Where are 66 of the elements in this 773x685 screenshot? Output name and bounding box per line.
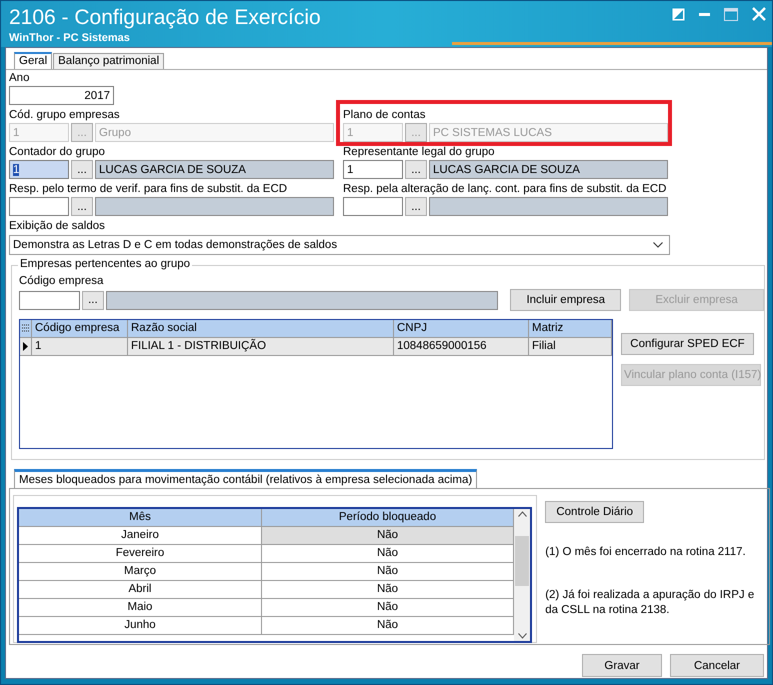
lookup-button[interactable]: ... <box>71 160 93 179</box>
field-label: Contador do grupo <box>9 145 106 160</box>
table-cell[interactable]: Não <box>262 545 514 563</box>
row-pointer-icon <box>23 342 28 351</box>
table-cell[interactable]: Não <box>262 527 514 545</box>
restore-icon[interactable] <box>672 8 685 20</box>
column-header[interactable]: Mês <box>19 509 262 527</box>
tab[interactable]: Meses bloqueados para movimentação contábil (relativos à empresa selecionada acima) <box>14 469 478 488</box>
field-label: Resp. pelo termo de verif. para fins de substit. da ECD <box>9 182 288 197</box>
table-cell: Fevereiro <box>19 545 262 563</box>
code-field[interactable] <box>19 290 80 310</box>
field-label: Código empresa <box>19 274 104 289</box>
code-field[interactable] <box>9 197 69 216</box>
lookup-button[interactable]: ... <box>82 290 104 310</box>
field-label: Representante legal do grupo <box>343 145 496 160</box>
action-button[interactable]: Configurar SPED ECF <box>621 333 754 355</box>
description-field: PC SISTEMAS LUCAS <box>429 123 668 142</box>
chevron-down-icon <box>653 242 663 248</box>
code-field[interactable]: 1 <box>9 160 69 179</box>
table-cell: Março <box>19 563 262 581</box>
code-field[interactable]: 1 <box>343 160 403 179</box>
window-title: 2106 - Configuração de Exercício <box>9 5 321 31</box>
table-cell[interactable]: Não <box>262 563 514 581</box>
balance-display-dropdown[interactable]: Demonstra as Letras D e C em todas demonstrações de saldos <box>9 235 670 255</box>
window-subtitle: WinThor - PC Sistemas <box>9 31 131 45</box>
tab[interactable]: Geral <box>14 52 52 69</box>
table-cell[interactable]: Não <box>262 599 514 617</box>
note-text: (1) O mês foi encerrado na rotina 2117. <box>545 545 747 560</box>
group-title: Empresas pertencentes ao grupo <box>18 258 192 270</box>
year-field[interactable]: 2017 <box>9 86 114 105</box>
column-chooser-icon[interactable] <box>22 324 29 333</box>
table-cell: Filial <box>529 338 612 356</box>
field-label: Resp. pela alteração de lanç. cont. para fins de substit. da ECD <box>343 182 668 197</box>
action-button[interactable]: Cancelar <box>670 654 764 677</box>
table-row[interactable]: 1 FILIAL 1 - DISTRIBUIÇÃO 10848659000156 Filial <box>20 338 612 356</box>
minimize-icon[interactable] <box>699 12 710 16</box>
code-field[interactable] <box>343 197 403 216</box>
tab[interactable]: Balanço patrimonial <box>53 53 164 69</box>
field-label: Cód. grupo empresas <box>9 108 121 123</box>
description-field: LUCAS GARCIA DE SOUZA <box>95 160 334 179</box>
scroll-down-icon[interactable] <box>518 633 526 639</box>
table-cell: FILIAL 1 - DISTRIBUIÇÃO <box>128 338 394 356</box>
note-text: (2) Já foi realizada a apuração do IRPJ e da CSLL na rotina 2138. <box>545 588 756 618</box>
field-label: Exibição de saldos <box>9 219 106 234</box>
table-cell: Junho <box>19 617 262 635</box>
lookup-button[interactable]: ... <box>71 197 93 216</box>
action-button[interactable]: Incluir empresa <box>510 289 622 311</box>
table-cell[interactable]: Não <box>262 581 514 599</box>
action-button[interactable]: Gravar <box>582 654 662 677</box>
description-field: LUCAS GARCIA DE SOUZA <box>429 160 668 179</box>
close-icon[interactable] <box>752 7 766 21</box>
description-field: Grupo <box>95 123 334 142</box>
table-cell: Maio <box>19 599 262 617</box>
field-label: Ano <box>9 71 30 86</box>
lookup-button[interactable]: ... <box>405 160 427 179</box>
table-cell: Abril <box>19 581 262 599</box>
table-cell: Janeiro <box>19 527 262 545</box>
scrollbar[interactable] <box>514 509 530 641</box>
maximize-icon[interactable] <box>724 8 738 20</box>
table-cell: 1 <box>32 338 128 356</box>
lookup-button[interactable]: ... <box>405 197 427 216</box>
table-cell: 10848659000156 <box>394 338 529 356</box>
daily-control-button[interactable]: Controle Diário <box>545 501 644 523</box>
table-cell[interactable]: Não <box>262 617 514 635</box>
scroll-up-icon[interactable] <box>518 511 526 517</box>
field-label: Plano de contas <box>343 108 426 123</box>
